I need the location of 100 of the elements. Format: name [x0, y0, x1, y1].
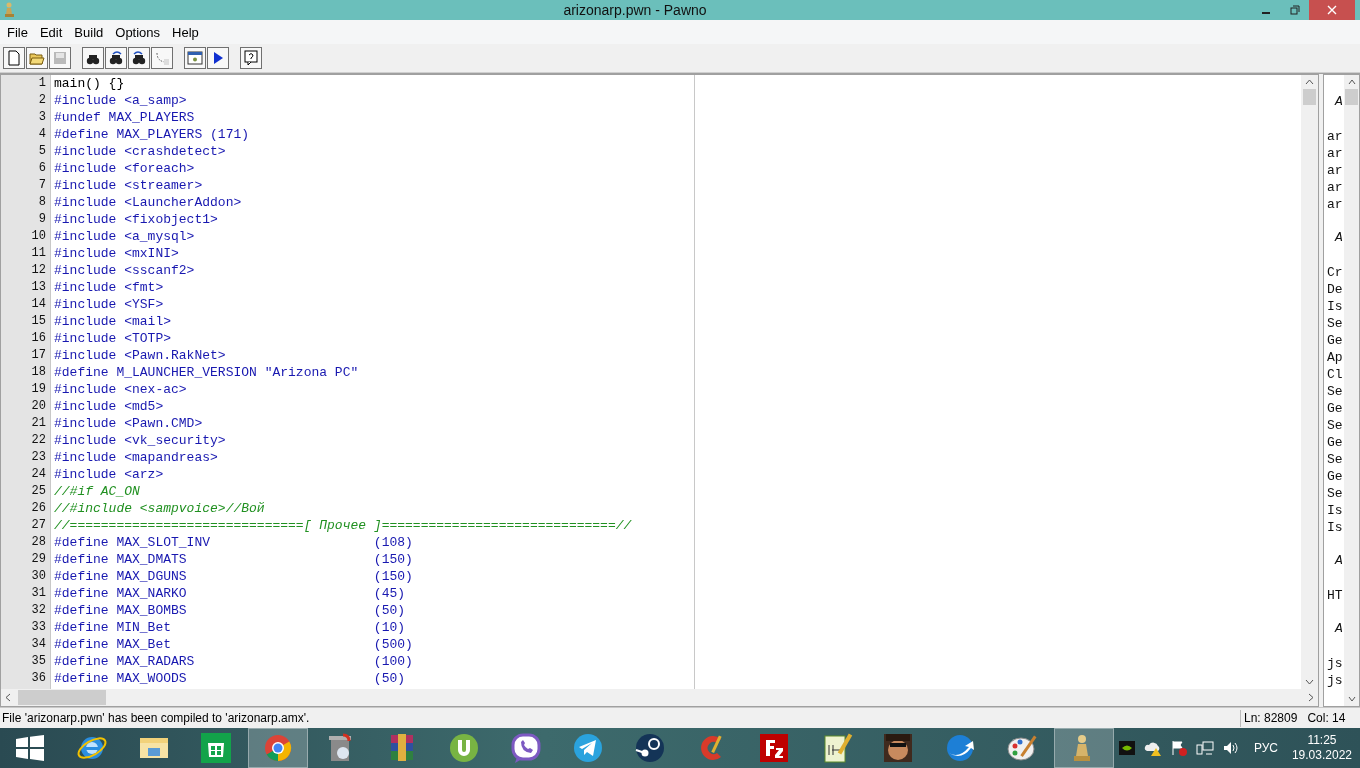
- line-number: 24: [1, 466, 51, 483]
- line-number: 27: [1, 517, 51, 534]
- run-button[interactable]: [207, 47, 229, 69]
- list-heading: A: [1333, 552, 1344, 569]
- code-line: #include <mxINI>: [53, 245, 179, 262]
- function-item[interactable]: ar: [1327, 179, 1344, 196]
- code-line: #include <mapandreas>: [53, 449, 218, 466]
- line-number: 1: [1, 75, 51, 92]
- code-line: #undef MAX_PLAYERS: [53, 109, 195, 126]
- function-item[interactable]: ar: [1327, 145, 1344, 162]
- line-number: 22: [1, 432, 51, 449]
- menu-item[interactable]: File: [1, 24, 34, 40]
- line-number: 16: [1, 330, 51, 347]
- function-item[interactable]: De: [1327, 281, 1344, 298]
- network-icon[interactable]: [1195, 739, 1214, 757]
- function-item[interactable]: Ap: [1327, 349, 1344, 366]
- horizontal-scrollbar[interactable]: [1, 689, 1318, 706]
- function-item[interactable]: Se: [1327, 417, 1344, 434]
- function-item[interactable]: Se: [1327, 315, 1344, 332]
- line-number: 17: [1, 347, 51, 364]
- minimize-icon: [1261, 12, 1270, 14]
- function-item[interactable]: Ge: [1327, 434, 1344, 451]
- torrent-icon: [447, 731, 481, 765]
- line-number: 35: [1, 653, 51, 670]
- line-number: 6: [1, 160, 51, 177]
- goto-button[interactable]: [151, 47, 173, 69]
- keyboard-language[interactable]: РУС: [1253, 741, 1278, 755]
- vertical-scrollbar[interactable]: [1301, 75, 1318, 689]
- code-line: #define M_LAUNCHER_VERSION "Arizona PC": [53, 364, 359, 381]
- code-line: #define MAX_DMATS (150): [53, 551, 413, 568]
- line-number: 19: [1, 381, 51, 398]
- function-item[interactable]: Ge: [1327, 468, 1344, 485]
- code-line: //==============================[ Прочее ]==============================//: [53, 517, 632, 534]
- line-number: 25: [1, 483, 51, 500]
- open-button[interactable]: [26, 47, 48, 69]
- menu-item[interactable]: Options: [109, 24, 167, 40]
- code-line: #include <Pawn.RakNet>: [53, 347, 226, 364]
- code-line: #define MIN_Bet (10): [53, 619, 406, 636]
- line-number: 3: [1, 109, 51, 126]
- code-line: #define MAX_SLOT_INV (108): [53, 534, 413, 551]
- function-item[interactable]: Se: [1327, 383, 1344, 400]
- code-line: #define MAX_NARKO (45): [53, 585, 406, 602]
- goto-icon: [154, 50, 170, 66]
- paper-plane-icon: [571, 731, 605, 765]
- function-item[interactable]: Se: [1327, 451, 1344, 468]
- fz-icon: [757, 731, 791, 765]
- function-item[interactable]: js: [1327, 655, 1344, 672]
- function-item[interactable]: Cl: [1327, 366, 1344, 383]
- binoculars-arrow-icon: [108, 50, 124, 66]
- clock[interactable]: 11:25 19.03.2022: [1291, 733, 1352, 763]
- function-item[interactable]: Is: [1327, 502, 1344, 519]
- scroll-thumb[interactable]: [1303, 89, 1316, 105]
- vertical-scrollbar[interactable]: [1344, 75, 1359, 706]
- code-line: #include <LauncherAddon>: [53, 194, 242, 211]
- line-number: 23: [1, 449, 51, 466]
- function-item[interactable]: Ge: [1327, 332, 1344, 349]
- line-number: 7: [1, 177, 51, 194]
- store-bag-icon: [199, 731, 233, 765]
- function-item[interactable]: Se: [1327, 485, 1344, 502]
- new-button[interactable]: [3, 47, 25, 69]
- code-line: #include <a_samp>: [53, 92, 187, 109]
- function-item[interactable]: Cr: [1327, 264, 1344, 281]
- function-item[interactable]: js: [1327, 672, 1344, 689]
- function-item[interactable]: HT: [1327, 587, 1344, 604]
- code-line: #include <streamer>: [53, 177, 203, 194]
- restore-icon: [1289, 5, 1300, 15]
- function-item[interactable]: ar: [1327, 128, 1344, 145]
- function-item[interactable]: ar: [1327, 162, 1344, 179]
- function-item[interactable]: Is: [1327, 519, 1344, 536]
- code-line: #define MAX_RADARS (100): [53, 653, 413, 670]
- scroll-thumb[interactable]: [18, 690, 106, 705]
- line-indicator: Ln: 82809: [1244, 711, 1298, 725]
- findnext-button[interactable]: [105, 47, 127, 69]
- scroll-thumb[interactable]: [1345, 89, 1358, 105]
- line-number: 31: [1, 585, 51, 602]
- line-number: 36: [1, 670, 51, 687]
- menu-item[interactable]: Edit: [33, 24, 69, 40]
- find-button[interactable]: [82, 47, 104, 69]
- new-file-icon: [6, 50, 22, 66]
- line-number: 4: [1, 126, 51, 143]
- findprev-button[interactable]: [128, 47, 150, 69]
- help-button[interactable]: [240, 47, 262, 69]
- line-number: 30: [1, 568, 51, 585]
- function-item[interactable]: Ge: [1327, 400, 1344, 417]
- clock-date: 19.03.2022: [1291, 748, 1352, 763]
- menu-item[interactable]: Help: [166, 24, 205, 40]
- nvidia-icon[interactable]: [1117, 739, 1136, 757]
- code-line: #define MAX_BOMBS (50): [53, 602, 406, 619]
- compile-button[interactable]: [184, 47, 206, 69]
- code-line: #define MAX_WOODS (50): [53, 670, 406, 687]
- code-line: #include <nex-ac>: [53, 381, 187, 398]
- line-number: 26: [1, 500, 51, 517]
- line-number: 10: [1, 228, 51, 245]
- flag-icon[interactable]: [1169, 739, 1188, 757]
- line-number: 33: [1, 619, 51, 636]
- line-number: 21: [1, 415, 51, 432]
- function-item[interactable]: Is: [1327, 298, 1344, 315]
- function-item[interactable]: ar: [1327, 196, 1344, 213]
- list-heading: A: [1333, 229, 1344, 246]
- menu-item[interactable]: Build: [68, 24, 110, 40]
